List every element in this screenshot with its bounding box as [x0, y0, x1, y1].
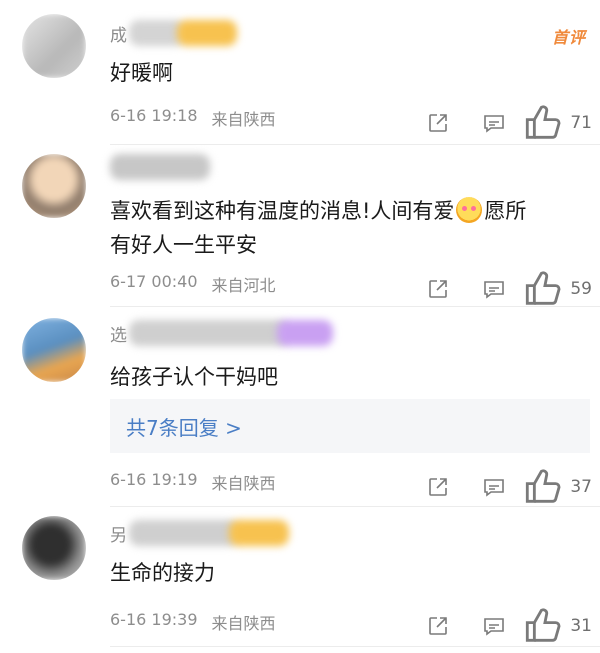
username[interactable]: 另	[110, 518, 289, 548]
like-count: 31	[570, 616, 592, 637]
share-button[interactable]	[410, 612, 466, 640]
comment-text: 好暖啊	[110, 61, 173, 85]
comment-actions: 59	[410, 268, 592, 310]
like-button[interactable]: 71	[522, 102, 592, 144]
reply-button[interactable]	[466, 275, 522, 303]
like-count: 71	[570, 113, 592, 134]
thumbs-up-icon	[525, 105, 561, 139]
divider	[110, 506, 600, 507]
share-icon	[429, 478, 447, 496]
comment-meta: 6-16 19:18 来自陕西	[110, 106, 276, 130]
divider	[110, 306, 600, 307]
comment-date: 6-16 19:39	[110, 610, 198, 629]
username-redacted	[110, 154, 210, 180]
username-redacted	[229, 520, 289, 546]
comment-text-part: 有好人一生平安	[110, 233, 257, 257]
comment-date: 6-16 19:18	[110, 106, 198, 125]
emoji-icon	[456, 197, 483, 223]
comment-actions: 37	[410, 466, 592, 508]
like-count: 59	[570, 279, 592, 300]
like-button[interactable]: 37	[522, 466, 592, 508]
comment-icon	[484, 479, 504, 497]
first-comment-badge: 首评	[551, 28, 586, 47]
comment-date: 6-17 00:40	[110, 272, 198, 291]
username[interactable]: 成	[110, 18, 237, 48]
avatar[interactable]	[22, 14, 86, 78]
thumbs-up-icon	[525, 608, 561, 642]
comment-meta: 6-16 19:19 来自陕西	[110, 470, 276, 494]
comment-actions: 71	[410, 102, 592, 144]
share-icon	[429, 114, 447, 132]
reply-button[interactable]	[466, 109, 522, 137]
avatar[interactable]	[22, 516, 86, 580]
comment-text-part: 喜欢看到这种有温度的消息!人间有爱	[110, 199, 455, 223]
comment-text: 给孩子认个干妈吧	[110, 365, 278, 389]
share-icon	[429, 617, 447, 635]
like-button[interactable]: 31	[522, 605, 592, 647]
comment-date: 6-16 19:19	[110, 470, 198, 489]
share-icon	[429, 280, 447, 298]
thumbs-up-icon	[525, 469, 561, 503]
comment-text-part: 愿所	[484, 199, 527, 223]
comment-meta: 6-16 19:39 来自陕西	[110, 610, 276, 634]
comment-location: 来自陕西	[211, 614, 276, 633]
username[interactable]: 选	[110, 318, 333, 348]
like-count: 37	[570, 477, 592, 498]
username-redacted	[277, 320, 333, 346]
comment-location: 来自陕西	[211, 110, 276, 129]
share-button[interactable]	[410, 109, 466, 137]
comment-location: 来自陕西	[211, 474, 276, 493]
comment-icon	[484, 281, 504, 299]
avatar[interactable]	[22, 154, 86, 218]
share-button[interactable]	[410, 473, 466, 501]
username-redacted	[129, 520, 239, 546]
comment-text: 生命的接力	[110, 561, 215, 585]
like-button[interactable]: 59	[522, 268, 592, 310]
username-redacted	[177, 20, 237, 46]
username[interactable]	[110, 152, 210, 182]
view-replies-link[interactable]: 共7条回复 >	[110, 399, 590, 453]
share-button[interactable]	[410, 275, 466, 303]
username-redacted	[129, 320, 289, 346]
avatar[interactable]	[22, 318, 86, 382]
comment-icon	[484, 618, 504, 636]
username-prefix: 另	[110, 525, 127, 546]
comment-meta: 6-17 00:40 来自河北	[110, 272, 276, 296]
username-prefix: 成	[110, 25, 127, 46]
comment-icon	[484, 115, 504, 133]
divider	[110, 144, 600, 145]
username-prefix: 选	[110, 325, 127, 346]
divider	[110, 646, 600, 647]
comment-actions: 31	[410, 605, 592, 647]
reply-button[interactable]	[466, 612, 522, 640]
comment-location: 来自河北	[211, 276, 276, 295]
reply-button[interactable]	[466, 473, 522, 501]
comment-text: 喜欢看到这种有温度的消息!人间有爱 愿所 有好人一生平安	[110, 194, 560, 262]
thumbs-up-icon	[525, 271, 561, 305]
